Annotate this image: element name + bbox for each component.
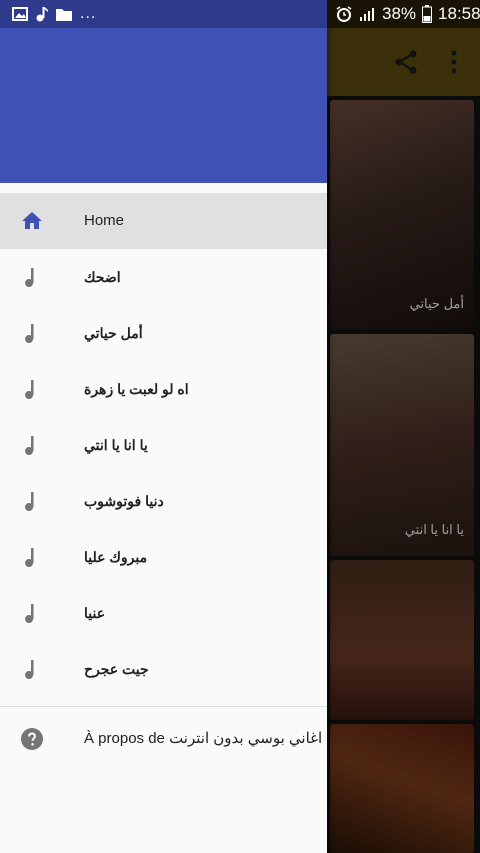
alarm-icon: [336, 6, 352, 22]
music-note-icon: [25, 324, 34, 343]
drawer-item-song[interactable]: اه لو لعبت يا زهرة: [0, 361, 327, 417]
home-icon: [22, 212, 42, 229]
drawer-item-label: مبروك عليا: [84, 549, 148, 565]
drawer-item-song[interactable]: يا انا يا انتي: [0, 417, 327, 473]
music-note-icon: [25, 380, 34, 399]
signal-icon: [360, 8, 374, 21]
drawer-item-label: اه لو لعبت يا زهرة: [84, 381, 189, 397]
drawer-item-song[interactable]: دنيا فوتوشوب: [0, 473, 327, 529]
help-icon: [21, 728, 43, 750]
music-note-icon: [25, 660, 34, 679]
image-icon: [12, 7, 28, 21]
folder-icon: [56, 8, 72, 21]
status-bar: ... 38% 18:58: [0, 0, 480, 28]
music-note-icon: [25, 548, 34, 567]
drawer-item-song[interactable]: مبروك عليا: [0, 529, 327, 585]
drawer-scrim[interactable]: [327, 28, 480, 853]
drawer-item-song[interactable]: عنيا: [0, 585, 327, 641]
drawer-item-song[interactable]: اضحك: [0, 249, 327, 305]
clock: 18:58: [438, 4, 480, 23]
drawer-item-song[interactable]: أمل حياتي: [0, 305, 327, 361]
music-note-icon: [36, 7, 48, 22]
drawer-item-label: أمل حياتي: [84, 325, 143, 341]
drawer-item-home[interactable]: Home: [0, 193, 327, 249]
music-note-icon: [25, 268, 34, 287]
music-note-icon: [25, 604, 34, 623]
music-note-icon: [25, 436, 34, 455]
drawer-item-label: اضحك: [84, 269, 121, 285]
drawer-item-about[interactable]: À propos de اغاني بوسي بدون انترنت: [0, 707, 327, 771]
drawer-item-label: دنيا فوتوشوب: [84, 493, 164, 509]
battery-icon: [422, 5, 433, 23]
drawer-item-song[interactable]: جيت عجرح: [0, 641, 327, 697]
notification-ellipsis: ...: [80, 5, 97, 22]
drawer-item-label: À propos de اغاني بوسي بدون انترنت: [84, 730, 323, 747]
drawer-item-label: Home: [84, 212, 125, 229]
drawer-item-label: جيت عجرح: [84, 661, 149, 677]
drawer-menu: Home اضحك أمل حياتي اه لو لعبت يا زهرة ي…: [0, 193, 327, 771]
battery-percent: 38%: [382, 4, 417, 23]
drawer-item-label: يا انا يا انتي: [84, 437, 148, 453]
navigation-drawer: Home اضحك أمل حياتي اه لو لعبت يا زهرة ي…: [0, 0, 327, 853]
music-note-icon: [25, 492, 34, 511]
drawer-item-label: عنيا: [84, 605, 106, 621]
